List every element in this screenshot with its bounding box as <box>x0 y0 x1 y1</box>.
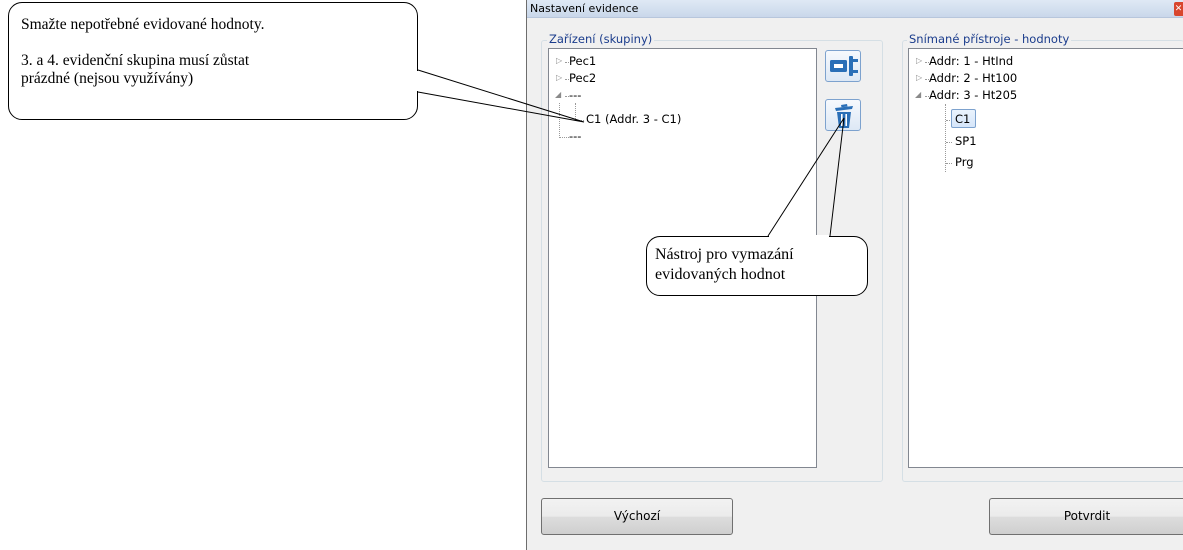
tool-callout: Nástroj pro vymazání evidovaných hodnot <box>646 236 868 296</box>
callout-text-line1: Smažte nepotřebné evidované hodnoty. <box>21 16 265 33</box>
expand-arrow-icon[interactable]: ▷ <box>916 73 922 82</box>
delete-values-button[interactable] <box>825 99 861 131</box>
expand-arrow-icon[interactable]: ▷ <box>556 56 562 65</box>
instruction-callout: Smažte nepotřebné evidované hodnoty. 3. … <box>8 2 418 120</box>
dialog-titlebar: Nastavení evidence ✕ <box>527 0 1183 18</box>
tree-item-group3[interactable]: --- <box>569 88 581 102</box>
tree-item-prg[interactable]: Prg <box>955 155 974 169</box>
tree-item-group4[interactable]: --- <box>569 129 581 143</box>
dialog-title: Nastavení evidence <box>530 2 639 15</box>
close-icon: ✕ <box>1174 4 1183 14</box>
expand-arrow-icon[interactable]: ▷ <box>916 56 922 65</box>
default-button[interactable]: Výchozí <box>541 498 733 535</box>
tree-item-c1-addr3[interactable]: C1 (Addr. 3 - C1) <box>586 112 681 126</box>
tree-item-addr1[interactable]: Addr: 1 - HtInd <box>929 54 1013 68</box>
expand-arrow-icon[interactable]: ▷ <box>556 73 562 82</box>
callout-text-line3: prázdné (nejsou využívány) <box>21 70 194 87</box>
tree-item-sp1[interactable]: SP1 <box>955 134 977 148</box>
assign-button[interactable] <box>825 50 861 82</box>
tool-callout-line1: Nástroj pro vymazání <box>655 246 794 263</box>
tree-item-pec2[interactable]: Pec2 <box>569 71 596 85</box>
tool-callout-line2: evidovaných hodnot <box>655 266 786 283</box>
tree-item-c1[interactable]: C1 <box>955 112 970 126</box>
assign-icon <box>830 56 858 76</box>
confirm-button[interactable]: Potvrdit <box>989 498 1183 535</box>
trash-icon <box>835 104 853 128</box>
collapse-arrow-icon[interactable]: ◢ <box>555 90 561 99</box>
callout-text-line2: 3. a 4. evidenční skupina musí zůstat <box>21 52 250 69</box>
instruments-tree[interactable]: ▷ Addr: 1 - HtInd ▷ Addr: 2 - Ht100 ◢ Ad… <box>908 48 1183 468</box>
tree-item-addr2[interactable]: Addr: 2 - Ht100 <box>929 71 1017 85</box>
collapse-arrow-icon[interactable]: ◢ <box>915 90 921 99</box>
instruments-group-label: Snímané přístroje - hodnoty <box>907 32 1072 46</box>
tree-item-pec1[interactable]: Pec1 <box>569 54 596 68</box>
devices-group-label: Zařízení (skupiny) <box>547 32 655 46</box>
tree-item-addr3[interactable]: Addr: 3 - Ht205 <box>929 88 1017 102</box>
close-button[interactable]: ✕ <box>1174 2 1183 16</box>
